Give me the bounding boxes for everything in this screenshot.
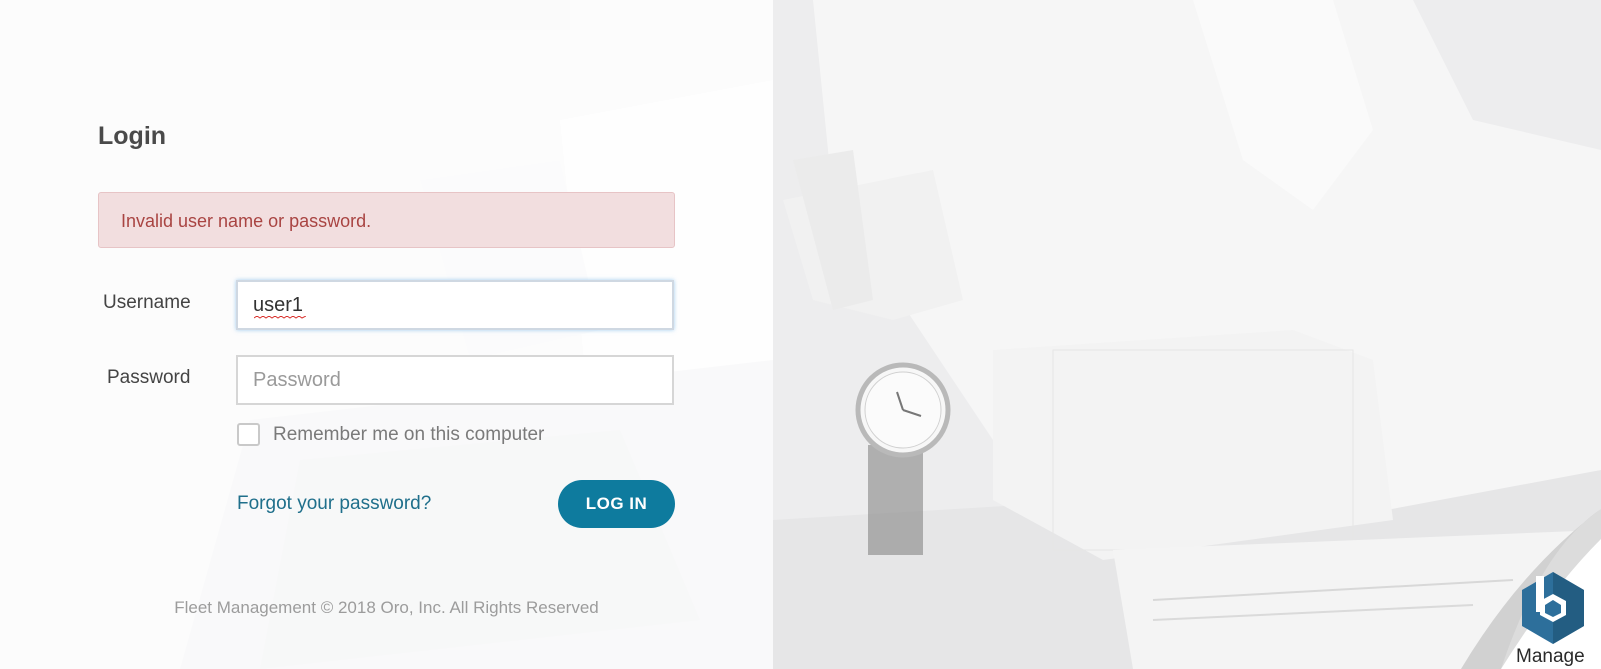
footer-copyright: Fleet Management © 2018 Oro, Inc. All Ri… [174,598,599,617]
error-alert: Invalid user name or password. [98,192,675,248]
password-label: Password [107,367,191,388]
login-panel: Login Invalid user name or password. Use… [0,0,773,669]
panel-overlay [0,0,773,669]
login-page: Login Invalid user name or password. Use… [0,0,1601,669]
spellcheck-underline [254,316,306,319]
page-title: Login [98,122,167,150]
username-input[interactable] [236,280,674,330]
login-button[interactable]: LOG IN [558,480,675,528]
remember-me[interactable]: Remember me on this computer [237,423,544,446]
remember-me-label[interactable]: Remember me on this computer [273,424,544,446]
remember-me-checkbox[interactable] [237,423,260,446]
hexagon-b-logo-icon[interactable] [1518,570,1588,646]
forgot-password-link[interactable]: Forgot your password? [237,493,431,515]
brand-label: Manage [1516,646,1585,667]
password-input[interactable] [236,355,674,405]
username-label: Username [103,292,191,313]
